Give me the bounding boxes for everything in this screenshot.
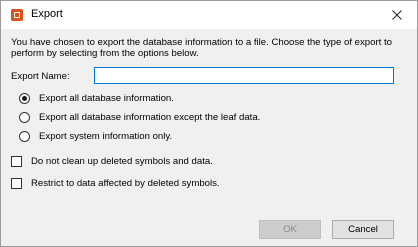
checkbox[interactable] [11, 177, 22, 189]
radio-label: Export all database information except t… [39, 111, 261, 123]
checkbox[interactable] [11, 155, 22, 167]
checkbox-label: Restrict to data affected by deleted sym… [31, 177, 220, 189]
radio-button[interactable] [19, 111, 30, 123]
radio-button[interactable] [19, 92, 30, 104]
app-icon [11, 9, 23, 21]
radio-label: Export all database information. [39, 92, 174, 104]
radio-option-system-only[interactable]: Export system information only. [19, 129, 172, 143]
title-bar: Export [1, 1, 417, 29]
checkbox-restrict-deleted[interactable]: Restrict to data affected by deleted sym… [11, 176, 220, 190]
checkbox-no-cleanup[interactable]: Do not clean up deleted symbols and data… [11, 154, 213, 168]
export-dialog: Export You have chosen to export the dat… [0, 0, 418, 247]
radio-button[interactable] [19, 130, 30, 142]
cancel-button[interactable]: Cancel [332, 220, 394, 239]
radio-option-except-leaf[interactable]: Export all database information except t… [19, 110, 260, 124]
dialog-title: Export [31, 8, 63, 20]
close-icon [392, 10, 402, 20]
checkbox-label: Do not clean up deleted symbols and data… [31, 155, 213, 167]
export-name-label: Export Name: [11, 71, 70, 82]
export-name-input[interactable] [94, 67, 394, 84]
dialog-body: You have chosen to export the database i… [1, 29, 417, 246]
radio-label: Export system information only. [39, 130, 173, 142]
intro-text: You have chosen to export the database i… [11, 37, 392, 59]
close-button[interactable] [377, 1, 417, 29]
ok-button[interactable]: OK [259, 220, 321, 239]
radio-option-all[interactable]: Export all database information. [19, 91, 174, 105]
